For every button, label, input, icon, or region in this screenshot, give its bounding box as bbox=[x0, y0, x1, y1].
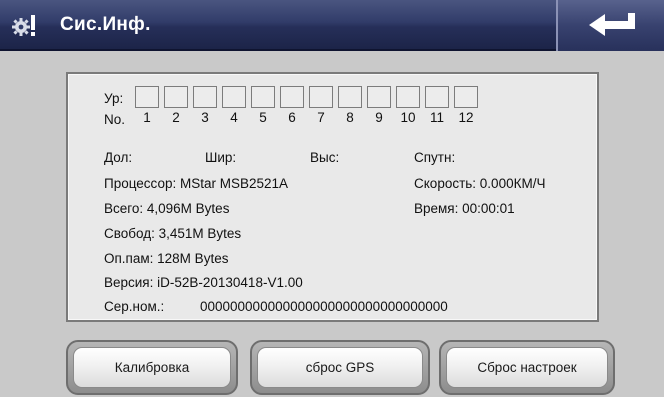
reset-gps-button[interactable]: сброс GPS bbox=[250, 340, 430, 395]
satellite-signal-bar bbox=[396, 86, 420, 108]
reset-settings-button[interactable]: Сброс настроек bbox=[439, 340, 615, 395]
serial-number-label: Сер.ном.: bbox=[104, 299, 165, 314]
satellite-number: 11 bbox=[429, 110, 444, 125]
satellite-number: 6 bbox=[288, 110, 296, 125]
satellites-count-label: Спутн: bbox=[414, 150, 456, 165]
back-button[interactable] bbox=[556, 0, 664, 51]
satellite-number: 12 bbox=[458, 110, 474, 125]
total-storage-info: Всего: 4,096M Bytes bbox=[104, 201, 230, 216]
satellite-number: 9 bbox=[375, 110, 383, 125]
longitude-label: Дол: bbox=[104, 150, 133, 165]
signal-level-label: Ур: bbox=[104, 91, 124, 106]
calibrate-button[interactable]: Калибровка bbox=[66, 340, 238, 395]
satellite-signal-bar bbox=[164, 86, 188, 108]
page-title: Сис.Инф. bbox=[60, 14, 151, 35]
version-info: Версия: iD-52B-20130418-V1.00 bbox=[104, 275, 303, 290]
satellite-number-label: No. bbox=[104, 112, 126, 127]
free-storage-info: Свобод: 3,451M Bytes bbox=[104, 226, 242, 241]
satellite-number: 10 bbox=[400, 110, 416, 125]
satellite-number: 3 bbox=[201, 110, 209, 125]
satellite-signal-bar bbox=[338, 86, 362, 108]
time-info: Время: 00:00:01 bbox=[414, 201, 515, 216]
latitude-label: Шир: bbox=[205, 150, 237, 165]
title-bar: Сис.Инф. bbox=[0, 0, 664, 51]
satellite-signal-bar bbox=[425, 86, 449, 108]
satellite-signal-bar bbox=[280, 86, 304, 108]
satellite-signal-bar bbox=[135, 86, 159, 108]
satellite-number: 7 bbox=[317, 110, 325, 125]
satellite-number: 5 bbox=[259, 110, 267, 125]
satellite-number: 1 bbox=[143, 110, 151, 125]
reset-settings-button-label: Сброс настроек bbox=[446, 347, 608, 388]
calibrate-button-label: Калибровка bbox=[73, 347, 231, 388]
satellite-signal-bar bbox=[222, 86, 246, 108]
altitude-label: Выс: bbox=[310, 150, 340, 165]
satellite-signal-bar bbox=[367, 86, 391, 108]
satellite-signal-bar bbox=[193, 86, 217, 108]
return-arrow-icon bbox=[589, 13, 635, 36]
satellite-signal-bar bbox=[251, 86, 275, 108]
satellite-number: 2 bbox=[172, 110, 180, 125]
ram-info: Оп.пам: 128M Bytes bbox=[104, 251, 229, 266]
processor-info: Процессор: MStar MSB2521A bbox=[104, 176, 289, 191]
satellite-number: 4 bbox=[230, 110, 238, 125]
satellite-signal-bar bbox=[454, 86, 478, 108]
satellite-number: 8 bbox=[346, 110, 354, 125]
gear-icon bbox=[11, 13, 35, 37]
reset-gps-button-label: сброс GPS bbox=[257, 347, 423, 388]
speed-info: Скорость: 0.000КМ/Ч bbox=[414, 176, 546, 191]
serial-number-value: 000000000000000000000000000000000 bbox=[200, 299, 448, 314]
satellite-signal-bar bbox=[309, 86, 333, 108]
